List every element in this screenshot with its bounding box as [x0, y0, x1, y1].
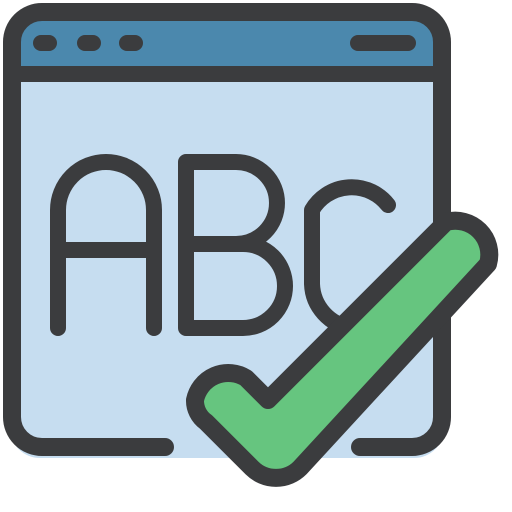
icon-canvas: [0, 0, 512, 512]
spell-check-window-icon: [3, 3, 499, 487]
